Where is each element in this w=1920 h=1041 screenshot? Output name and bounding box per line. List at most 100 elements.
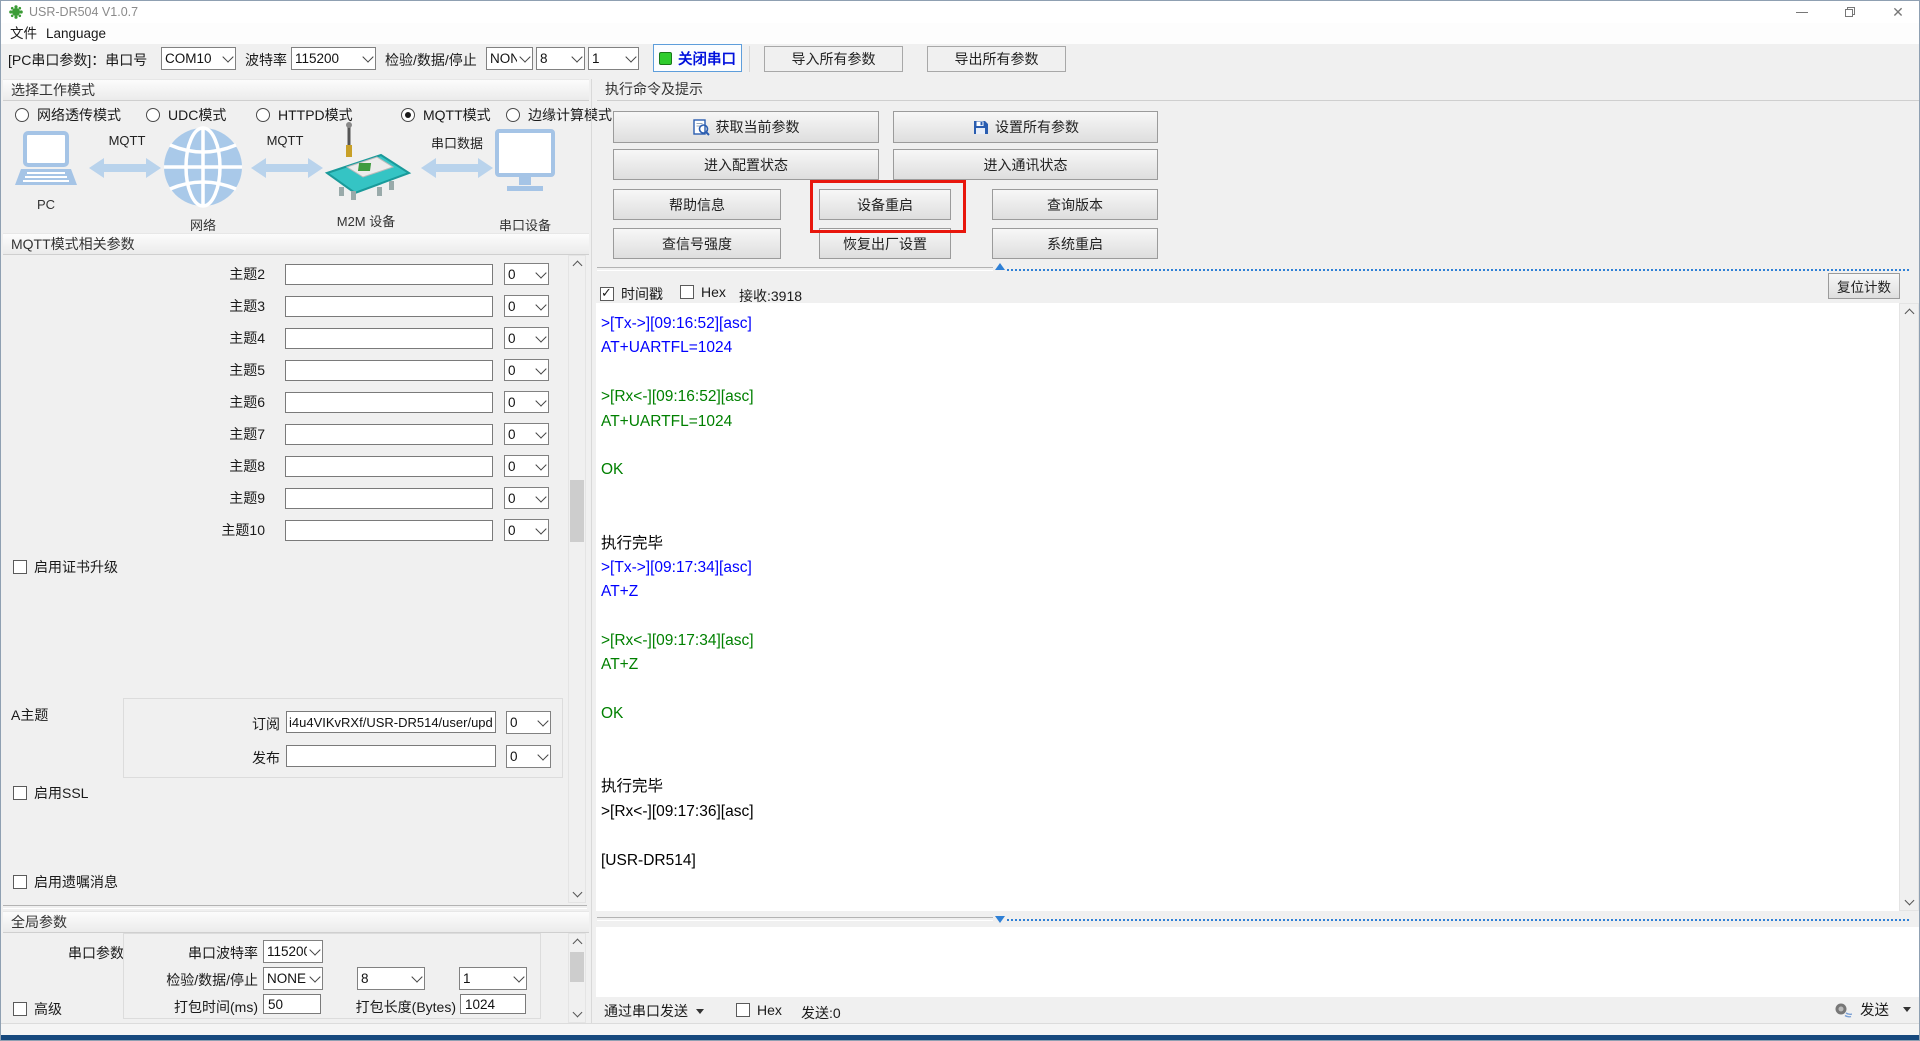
query-version-button[interactable]: 查询版本	[992, 189, 1158, 220]
mqtt-params-scrollbar[interactable]	[568, 255, 586, 903]
work-mode-header: 选择工作模式	[3, 79, 589, 101]
topic-input[interactable]	[285, 520, 493, 541]
scroll-down-icon[interactable]	[569, 1006, 585, 1022]
scroll-down-icon[interactable]	[569, 886, 585, 902]
topic-input[interactable]	[285, 360, 493, 381]
trackbar-thumb-icon[interactable]	[995, 916, 1005, 923]
subscribe-topic-input[interactable]	[286, 711, 496, 733]
topic-label: 主题9	[161, 488, 265, 508]
topic-qos-select[interactable]: 0	[504, 455, 549, 477]
global-databits-select[interactable]: 8	[357, 967, 425, 990]
packlen-input[interactable]	[460, 994, 526, 1014]
log-line	[601, 751, 1899, 775]
get-params-button[interactable]: 获取当前参数	[613, 111, 879, 143]
topic-qos-select[interactable]: 0	[504, 263, 549, 285]
topic-qos-select[interactable]: 0	[504, 295, 549, 317]
checkbox-icon	[13, 875, 27, 889]
timestamp-checkbox[interactable]: 时间戳	[600, 284, 663, 304]
log-line	[601, 483, 1899, 507]
topic-input[interactable]	[285, 424, 493, 445]
minimize-button[interactable]	[1783, 1, 1821, 23]
scroll-down-icon[interactable]	[1900, 894, 1918, 910]
global-stopbits-select[interactable]: 1	[459, 967, 527, 990]
global-params-scrollbar[interactable]	[568, 933, 586, 1023]
topic-row: 主题3 0	[161, 295, 549, 317]
trackbar-thumb-icon[interactable]	[995, 263, 1005, 270]
log-trackbar[interactable]	[1007, 269, 1909, 271]
serial-device-label: 串口设备	[487, 215, 563, 234]
scroll-up-icon[interactable]	[569, 256, 585, 272]
log-splitter[interactable]	[597, 267, 993, 271]
send-hex-checkbox[interactable]: Hex	[736, 1002, 782, 1018]
topic-input[interactable]	[285, 264, 493, 285]
publish-label: 发布	[124, 748, 280, 768]
topic-input[interactable]	[285, 456, 493, 477]
databits-select[interactable]: 8	[536, 47, 585, 70]
topic-input[interactable]	[285, 328, 493, 349]
import-params-button[interactable]: 导入所有参数	[764, 46, 903, 72]
subscribe-qos-select[interactable]: 0	[506, 711, 551, 734]
title-bar: USR-DR504 V1.0.7 ✕	[1, 1, 1920, 23]
advanced-checkbox[interactable]: 高级	[13, 999, 62, 1019]
send-input-area[interactable]	[596, 927, 1920, 997]
com-port-select[interactable]: COM10	[161, 47, 236, 70]
device-restart-highlight	[810, 180, 966, 233]
will-message-checkbox[interactable]: 启用遗嘱消息	[13, 872, 118, 892]
parity-label: 检验/数据/停止	[385, 50, 477, 70]
left-splitter[interactable]	[3, 905, 587, 909]
topic-qos-select[interactable]: 0	[504, 519, 549, 541]
global-baud-select[interactable]: 115200	[263, 940, 323, 963]
scrollbar-thumb[interactable]	[570, 480, 584, 542]
topic-qos-select[interactable]: 0	[504, 487, 549, 509]
baud-select[interactable]: 115200	[291, 47, 376, 70]
topic-qos-select[interactable]: 0	[504, 391, 549, 413]
log-line: >[Tx->][09:17:34][asc]	[601, 556, 1899, 580]
parity-select[interactable]: NONE	[486, 47, 533, 70]
topic-row: 主题9 0	[161, 487, 549, 509]
log-line	[601, 361, 1899, 385]
set-params-button[interactable]: 设置所有参数	[893, 111, 1158, 143]
log-hex-checkbox[interactable]: Hex	[680, 284, 726, 300]
enter-config-button[interactable]: 进入配置状态	[613, 149, 879, 180]
topic-input[interactable]	[285, 488, 493, 509]
export-params-button[interactable]: 导出所有参数	[927, 46, 1066, 72]
enter-comm-button[interactable]: 进入通讯状态	[893, 149, 1158, 180]
reset-count-button[interactable]: 复位计数	[1828, 273, 1900, 299]
restore-button[interactable]	[1831, 1, 1869, 23]
a-topic-label: A主题	[11, 705, 48, 725]
chevron-down-icon	[1903, 1007, 1911, 1012]
packtime-input[interactable]	[263, 994, 321, 1014]
global-baud-label: 串口波特率	[124, 943, 258, 963]
send-splitter[interactable]	[597, 917, 993, 921]
global-parity-select[interactable]: NONE	[263, 967, 323, 990]
send-button[interactable]: 发送	[1834, 999, 1911, 1020]
port-open-indicator-icon	[659, 52, 672, 65]
close-button[interactable]: ✕	[1879, 1, 1917, 23]
log-output[interactable]: >[Tx->][09:16:52][asc]AT+UARTFL=1024 >[R…	[596, 303, 1899, 911]
ssl-checkbox[interactable]: 启用SSL	[13, 783, 88, 803]
send-trackbar[interactable]	[1007, 919, 1909, 921]
scroll-up-icon[interactable]	[569, 934, 585, 950]
link2-label: MQTT	[249, 133, 321, 148]
cert-upgrade-checkbox[interactable]: 启用证书升级	[13, 557, 118, 577]
topic-input[interactable]	[285, 392, 493, 413]
publish-topic-input[interactable]	[286, 745, 496, 767]
help-info-button[interactable]: 帮助信息	[613, 189, 781, 220]
close-port-button[interactable]: 关闭串口	[653, 44, 742, 72]
topic-qos-select[interactable]: 0	[504, 359, 549, 381]
pc-serial-label: [PC串口参数]：串口号	[8, 50, 147, 70]
scrollbar-thumb[interactable]	[570, 952, 584, 982]
topic-qos-select[interactable]: 0	[504, 327, 549, 349]
menu-language[interactable]: Language	[41, 24, 111, 44]
menu-file[interactable]: 文件	[5, 24, 42, 44]
query-signal-button[interactable]: 查信号强度	[613, 228, 781, 259]
stopbits-select[interactable]: 1	[588, 47, 639, 70]
topic-qos-select[interactable]: 0	[504, 423, 549, 445]
chevron-down-icon	[360, 56, 375, 61]
topic-input[interactable]	[285, 296, 493, 317]
send-via-serial-dropdown[interactable]: 通过串口发送	[604, 1001, 704, 1021]
log-scrollbar[interactable]	[1899, 303, 1919, 911]
scroll-up-icon[interactable]	[1900, 304, 1918, 320]
publish-qos-select[interactable]: 0	[506, 745, 551, 768]
system-restart-button[interactable]: 系统重启	[992, 228, 1158, 259]
